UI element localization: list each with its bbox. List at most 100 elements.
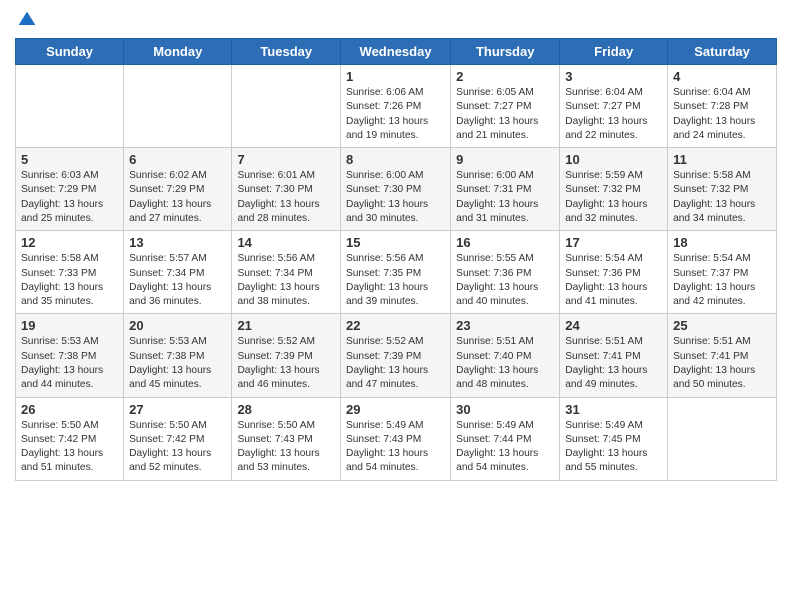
calendar-cell: 25 Sunrise: 5:51 AMSunset: 7:41 PMDayligh… [668,314,777,397]
day-number: 11 [673,152,771,167]
day-info: Sunrise: 5:49 AMSunset: 7:43 PMDaylight:… [346,419,445,476]
day-info: Sunrise: 5:54 AMSunset: 7:36 PMDaylight:… [565,252,662,309]
day-info: Sunrise: 5:51 AMSunset: 7:41 PMDaylight:… [565,335,662,392]
logo [15,10,37,30]
day-number: 6 [129,152,226,167]
calendar-cell [232,65,341,148]
day-info: Sunrise: 6:03 AMSunset: 7:29 PMDaylight:… [21,169,118,226]
weekday-header-saturday: Saturday [668,39,777,65]
calendar-cell: 28 Sunrise: 5:50 AMSunset: 7:43 PMDayligh… [232,397,341,480]
day-number: 15 [346,235,445,250]
day-number: 21 [237,318,335,333]
day-info: Sunrise: 5:58 AMSunset: 7:33 PMDaylight:… [21,252,118,309]
calendar-cell: 16 Sunrise: 5:55 AMSunset: 7:36 PMDayligh… [451,231,560,314]
weekday-header-monday: Monday [124,39,232,65]
day-number: 25 [673,318,771,333]
day-info: Sunrise: 5:52 AMSunset: 7:39 PMDaylight:… [346,335,445,392]
day-info: Sunrise: 6:01 AMSunset: 7:30 PMDaylight:… [237,169,335,226]
calendar-table: SundayMondayTuesdayWednesdayThursdayFrid… [15,38,777,481]
calendar-cell: 9 Sunrise: 6:00 AMSunset: 7:31 PMDaylight… [451,148,560,231]
day-info: Sunrise: 5:50 AMSunset: 7:43 PMDaylight:… [237,419,335,476]
calendar-cell: 10 Sunrise: 5:59 AMSunset: 7:32 PMDayligh… [560,148,668,231]
day-number: 30 [456,402,554,417]
calendar-cell [124,65,232,148]
day-info: Sunrise: 6:04 AMSunset: 7:28 PMDaylight:… [673,86,771,143]
logo-icon [17,10,37,30]
day-number: 1 [346,69,445,84]
calendar-cell: 8 Sunrise: 6:00 AMSunset: 7:30 PMDaylight… [340,148,450,231]
day-number: 2 [456,69,554,84]
day-number: 24 [565,318,662,333]
day-number: 3 [565,69,662,84]
day-info: Sunrise: 5:59 AMSunset: 7:32 PMDaylight:… [565,169,662,226]
day-number: 17 [565,235,662,250]
day-number: 28 [237,402,335,417]
day-info: Sunrise: 5:51 AMSunset: 7:40 PMDaylight:… [456,335,554,392]
day-info: Sunrise: 5:52 AMSunset: 7:39 PMDaylight:… [237,335,335,392]
calendar-cell: 12 Sunrise: 5:58 AMSunset: 7:33 PMDayligh… [16,231,124,314]
calendar-cell: 6 Sunrise: 6:02 AMSunset: 7:29 PMDaylight… [124,148,232,231]
day-number: 26 [21,402,118,417]
day-info: Sunrise: 6:00 AMSunset: 7:31 PMDaylight:… [456,169,554,226]
calendar-cell: 30 Sunrise: 5:49 AMSunset: 7:44 PMDayligh… [451,397,560,480]
calendar-cell: 13Sunrise: 5:57 AMSunset: 7:34 PMDayligh… [124,231,232,314]
calendar-cell: 4Sunrise: 6:04 AMSunset: 7:28 PMDaylight… [668,65,777,148]
day-info: Sunrise: 5:53 AMSunset: 7:38 PMDaylight:… [21,335,118,392]
weekday-header-tuesday: Tuesday [232,39,341,65]
day-number: 10 [565,152,662,167]
calendar-cell: 26Sunrise: 5:50 AMSunset: 7:42 PMDayligh… [16,397,124,480]
day-number: 22 [346,318,445,333]
calendar-cell: 22 Sunrise: 5:52 AMSunset: 7:39 PMDayligh… [340,314,450,397]
calendar-cell: 17 Sunrise: 5:54 AMSunset: 7:36 PMDayligh… [560,231,668,314]
calendar-cell: 11 Sunrise: 5:58 AMSunset: 7:32 PMDayligh… [668,148,777,231]
day-info: Sunrise: 6:02 AMSunset: 7:29 PMDaylight:… [129,169,226,226]
day-info: Sunrise: 6:04 AMSunset: 7:27 PMDaylight:… [565,86,662,143]
day-info: Sunrise: 5:54 AMSunset: 7:37 PMDaylight:… [673,252,771,309]
calendar-cell: 2 Sunrise: 6:05 AMSunset: 7:27 PMDaylight… [451,65,560,148]
day-number: 14 [237,235,335,250]
calendar-cell: 19 Sunrise: 5:53 AMSunset: 7:38 PMDayligh… [16,314,124,397]
day-info: Sunrise: 5:51 AMSunset: 7:41 PMDaylight:… [673,335,771,392]
day-number: 19 [21,318,118,333]
weekday-header-sunday: Sunday [16,39,124,65]
day-number: 12 [21,235,118,250]
day-info: Sunrise: 6:06 AMSunset: 7:26 PMDaylight:… [346,86,445,143]
calendar-cell: 21 Sunrise: 5:52 AMSunset: 7:39 PMDayligh… [232,314,341,397]
calendar-cell: 5 Sunrise: 6:03 AMSunset: 7:29 PMDaylight… [16,148,124,231]
day-number: 29 [346,402,445,417]
calendar-cell: 14 Sunrise: 5:56 AMSunset: 7:34 PMDayligh… [232,231,341,314]
day-info: Sunrise: 5:56 AMSunset: 7:34 PMDaylight:… [237,252,335,309]
calendar-cell: 3 Sunrise: 6:04 AMSunset: 7:27 PMDaylight… [560,65,668,148]
calendar-cell: 15 Sunrise: 5:56 AMSunset: 7:35 PMDayligh… [340,231,450,314]
day-info: Sunrise: 5:58 AMSunset: 7:32 PMDaylight:… [673,169,771,226]
day-info: Sunrise: 5:53 AMSunset: 7:38 PMDaylight:… [129,335,226,392]
day-info: Sunrise: 6:05 AMSunset: 7:27 PMDaylight:… [456,86,554,143]
day-info: Sunrise: 6:00 AMSunset: 7:30 PMDaylight:… [346,169,445,226]
day-info: Sunrise: 5:55 AMSunset: 7:36 PMDaylight:… [456,252,554,309]
calendar-cell: 7 Sunrise: 6:01 AMSunset: 7:30 PMDaylight… [232,148,341,231]
day-number: 16 [456,235,554,250]
day-info: Sunrise: 5:49 AMSunset: 7:44 PMDaylight:… [456,419,554,476]
day-number: 8 [346,152,445,167]
day-info: Sunrise: 5:49 AMSunset: 7:45 PMDaylight:… [565,419,662,476]
weekday-header-friday: Friday [560,39,668,65]
calendar-cell: 31 Sunrise: 5:49 AMSunset: 7:45 PMDayligh… [560,397,668,480]
day-number: 5 [21,152,118,167]
day-info: Sunrise: 5:56 AMSunset: 7:35 PMDaylight:… [346,252,445,309]
weekday-header-wednesday: Wednesday [340,39,450,65]
day-number: 9 [456,152,554,167]
calendar-cell [16,65,124,148]
calendar-cell: 1 Sunrise: 6:06 AMSunset: 7:26 PMDaylight… [340,65,450,148]
calendar-cell: 24 Sunrise: 5:51 AMSunset: 7:41 PMDayligh… [560,314,668,397]
page-header [15,10,777,30]
calendar-cell: 29 Sunrise: 5:49 AMSunset: 7:43 PMDayligh… [340,397,450,480]
day-number: 31 [565,402,662,417]
day-number: 23 [456,318,554,333]
calendar-cell: 23 Sunrise: 5:51 AMSunset: 7:40 PMDayligh… [451,314,560,397]
weekday-header-thursday: Thursday [451,39,560,65]
day-number: 18 [673,235,771,250]
calendar-cell: 20 Sunrise: 5:53 AMSunset: 7:38 PMDayligh… [124,314,232,397]
day-number: 20 [129,318,226,333]
calendar-cell: 18 Sunrise: 5:54 AMSunset: 7:37 PMDayligh… [668,231,777,314]
day-number: 7 [237,152,335,167]
